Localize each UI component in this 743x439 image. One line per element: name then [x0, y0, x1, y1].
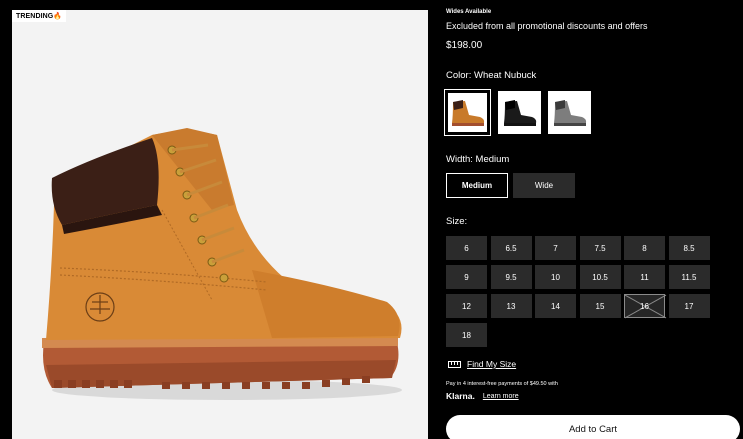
swatch-grey[interactable]	[548, 91, 591, 134]
size-option[interactable]: 12	[446, 294, 487, 318]
size-option[interactable]: 7.5	[579, 236, 621, 260]
size-label: Size:	[446, 216, 468, 227]
boot-thumbnail-icon	[553, 99, 586, 126]
price: $198.00	[446, 40, 483, 51]
product-details: Wides Available Excluded from all promot…	[444, 0, 743, 439]
size-option[interactable]: 6.5	[490, 236, 532, 260]
find-my-size-label: Find My Size	[467, 359, 517, 369]
learn-more-link[interactable]: Learn more	[483, 393, 519, 400]
size-option[interactable]: 8	[624, 236, 665, 260]
wides-available-notice: Wides Available	[446, 9, 492, 15]
trending-badge: TRENDING🔥	[12, 10, 67, 22]
klarna-row: Klarna. Learn more	[446, 391, 519, 401]
product-image[interactable]	[12, 10, 428, 439]
ruler-icon	[448, 360, 461, 368]
promo-exclusion-note: Excluded from all promotional discounts …	[446, 21, 648, 31]
size-option[interactable]: 9	[446, 265, 487, 289]
add-to-cart-button[interactable]: Add to Cart	[446, 415, 740, 439]
size-option[interactable]: 15	[579, 294, 621, 318]
size-option[interactable]: 13	[490, 294, 532, 318]
size-option[interactable]: 10.5	[579, 265, 621, 289]
width-label: Width: Medium	[446, 154, 510, 165]
size-option[interactable]: 9.5	[490, 265, 532, 289]
size-option[interactable]: 18	[446, 323, 487, 347]
boot-thumbnail-icon	[451, 99, 484, 126]
color-label: Color: Wheat Nubuck	[446, 70, 537, 81]
size-option-unavailable[interactable]: 16	[624, 294, 665, 318]
boot-thumbnail-icon	[503, 99, 536, 126]
size-option[interactable]: 7	[535, 236, 576, 260]
size-option[interactable]: 6	[446, 236, 487, 260]
size-option[interactable]: 11.5	[668, 265, 710, 289]
width-option-wide[interactable]: Wide	[513, 173, 575, 198]
klarna-logo: Klarna.	[446, 391, 475, 401]
swatch-black[interactable]	[498, 91, 541, 134]
size-option[interactable]: 10	[535, 265, 576, 289]
find-my-size-link[interactable]: Find My Size	[448, 359, 516, 369]
size-option[interactable]: 11	[624, 265, 665, 289]
size-option[interactable]: 14	[535, 294, 576, 318]
size-option[interactable]: 8.5	[668, 236, 710, 260]
swatch-wheat-nubuck[interactable]	[444, 89, 491, 136]
klarna-payment-text: Pay in 4 interest-free payments of $49.5…	[446, 381, 558, 387]
size-option[interactable]: 17	[668, 294, 710, 318]
width-option-medium[interactable]: Medium	[446, 173, 508, 198]
product-image-panel: TRENDING🔥	[12, 10, 428, 439]
